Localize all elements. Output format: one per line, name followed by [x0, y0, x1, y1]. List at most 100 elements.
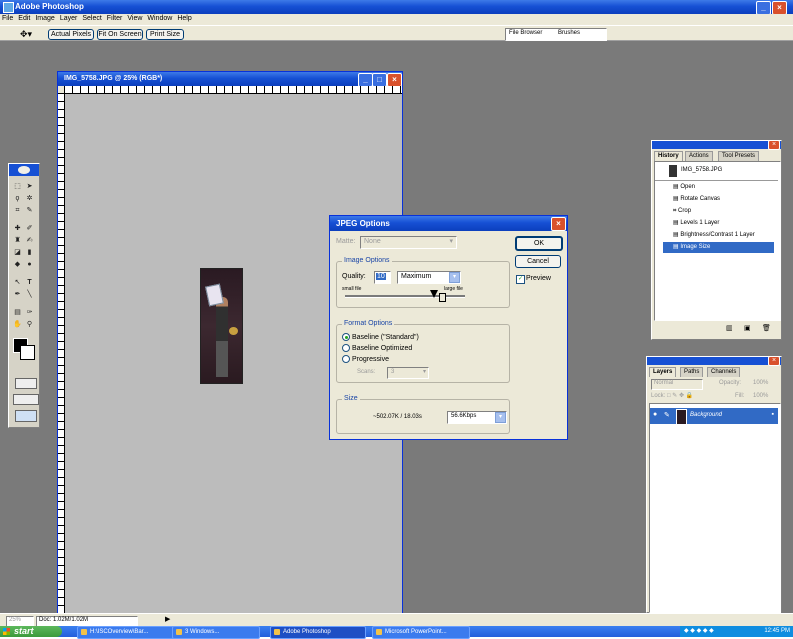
- history-brush-tool-icon[interactable]: ✍: [25, 236, 34, 245]
- delete-state-icon[interactable]: 🗑: [762, 324, 771, 332]
- blend-mode-select[interactable]: Normal: [651, 379, 703, 390]
- connection-speed-select[interactable]: 56.6Kbps ▾: [447, 411, 507, 424]
- menu-item-file[interactable]: File: [2, 15, 13, 22]
- cancel-button[interactable]: Cancel: [515, 255, 561, 268]
- move-tool-palette-icon[interactable]: ➤: [25, 182, 34, 191]
- size-estimate: ~502.07K / 18.03s: [373, 414, 422, 420]
- hand-tool-icon[interactable]: ✋: [13, 320, 22, 329]
- taskbar-item-powerpoint[interactable]: Microsoft PowerPoint...: [372, 626, 470, 639]
- magic-wand-tool-icon[interactable]: ✲: [25, 194, 34, 203]
- pen-tool-icon[interactable]: ✒: [13, 290, 22, 299]
- new-document-from-state-icon[interactable]: ▥: [726, 324, 733, 332]
- crop-tool-icon[interactable]: ⌗: [13, 206, 22, 215]
- status-menu-arrow-icon[interactable]: ▶: [165, 615, 170, 623]
- matte-select[interactable]: None ▾: [360, 236, 457, 249]
- move-tool-icon[interactable]: ✥▾: [20, 29, 32, 40]
- new-snapshot-icon[interactable]: ▣: [744, 324, 751, 332]
- format-baseline-optimized[interactable]: Baseline Optimized: [342, 344, 412, 352]
- format-baseline-optimized-radio[interactable]: [342, 344, 350, 352]
- ok-button[interactable]: OK: [515, 236, 563, 251]
- history-item[interactable]: ▤ Rotate Canvas: [673, 194, 774, 205]
- history-close-button[interactable]: ×: [768, 140, 780, 150]
- preview-checkbox[interactable]: ✓: [516, 275, 525, 284]
- app-close-button[interactable]: ×: [772, 1, 787, 15]
- quality-input[interactable]: 10: [374, 271, 391, 284]
- tab-paths[interactable]: Paths: [680, 367, 704, 377]
- history-snapshot-name[interactable]: IMG_5758.JPG: [681, 167, 722, 173]
- marquee-tool-icon[interactable]: ⬚: [13, 182, 22, 191]
- format-progressive[interactable]: Progressive: [342, 355, 389, 363]
- menu-item-image[interactable]: Image: [35, 15, 54, 22]
- layers-close-button[interactable]: ×: [768, 356, 780, 366]
- history-item[interactable]: ▤ Open: [673, 182, 774, 193]
- dodge-tool-icon[interactable]: ●: [25, 260, 34, 269]
- fit-on-screen-button[interactable]: Fit On Screen: [97, 29, 143, 40]
- quality-slider-track[interactable]: [345, 295, 465, 298]
- menu-item-layer[interactable]: Layer: [60, 15, 78, 22]
- background-color-swatch[interactable]: [20, 345, 35, 360]
- zoom-tool-icon[interactable]: ⚲: [25, 320, 34, 329]
- shape-tool-icon[interactable]: ╲: [25, 290, 34, 299]
- gradient-tool-icon[interactable]: ▮: [25, 248, 34, 257]
- start-button[interactable]: start: [0, 626, 62, 637]
- brush-tool-icon[interactable]: ✐: [25, 224, 34, 233]
- dialog-close-button[interactable]: ×: [551, 217, 566, 231]
- blur-tool-icon[interactable]: ◆: [13, 260, 22, 269]
- image-photo-poster: [205, 283, 224, 307]
- tab-history[interactable]: History: [654, 151, 683, 161]
- format-progressive-radio[interactable]: [342, 355, 350, 363]
- quality-dropdown-icon[interactable]: ▾: [449, 272, 460, 283]
- screen-mode-icon[interactable]: [13, 394, 39, 405]
- taskbar-item-windows[interactable]: 3 Windows...: [172, 626, 260, 639]
- eyedropper-tool-icon[interactable]: ✑: [25, 308, 34, 317]
- lasso-tool-icon[interactable]: ϙ: [13, 194, 22, 203]
- history-item-selected[interactable]: ▤ Image Size: [663, 242, 774, 253]
- tab-channels[interactable]: Channels: [707, 367, 741, 377]
- app-minimize-button[interactable]: _: [756, 1, 771, 15]
- jump-to-imageready-icon[interactable]: [15, 410, 37, 422]
- history-item[interactable]: ▤ Levels 1 Layer: [673, 218, 774, 229]
- path-selection-tool-icon[interactable]: ↖: [13, 278, 22, 287]
- fill-value[interactable]: 100%: [753, 393, 768, 399]
- menu-item-window[interactable]: Window: [147, 15, 172, 22]
- tab-actions[interactable]: Actions: [685, 151, 713, 161]
- document-maximize-button[interactable]: □: [372, 73, 387, 87]
- tray-icons[interactable]: ◆ ◆ ◆ ◆ ◆: [684, 627, 714, 634]
- notes-tool-icon[interactable]: ▤: [13, 308, 22, 317]
- adobe-eye-icon[interactable]: [18, 166, 30, 174]
- menu-item-view[interactable]: View: [127, 15, 142, 22]
- document-close-button[interactable]: ×: [387, 73, 402, 87]
- menu-item-edit[interactable]: Edit: [18, 15, 30, 22]
- tab-file-browser[interactable]: File Browser: [509, 30, 542, 36]
- format-baseline-standard-radio[interactable]: [342, 333, 350, 341]
- menu-item-select[interactable]: Select: [82, 15, 101, 22]
- menu-item-filter[interactable]: Filter: [107, 15, 123, 22]
- tab-tool-presets[interactable]: Tool Presets: [718, 151, 760, 161]
- history-item[interactable]: ▤ Brightness/Contrast 1 Layer: [673, 230, 774, 241]
- layer-visibility-eye-icon[interactable]: ●: [653, 411, 657, 418]
- taskbar-item-explorer[interactable]: H:\ISCOverview\Bar...: [77, 626, 179, 639]
- quick-mask-mode-icon[interactable]: [15, 378, 37, 389]
- speed-dropdown-icon[interactable]: ▾: [495, 412, 506, 423]
- lock-icons[interactable]: □ ✎ ✥ 🔒: [667, 392, 693, 399]
- actual-pixels-button[interactable]: Actual Pixels: [48, 29, 94, 40]
- layer-row-background[interactable]: ● ✎ Background ▪: [650, 408, 778, 425]
- format-baseline-standard[interactable]: Baseline ("Standard"): [342, 333, 419, 341]
- quality-slider-thumb[interactable]: [439, 293, 446, 302]
- healing-brush-tool-icon[interactable]: ✚: [13, 224, 22, 233]
- type-tool-icon[interactable]: T: [25, 278, 34, 287]
- eraser-tool-icon[interactable]: ◪: [13, 248, 22, 257]
- stamp-tool-icon[interactable]: ♜: [13, 236, 22, 245]
- scans-select[interactable]: 3 ▾: [387, 367, 429, 379]
- history-item[interactable]: ⌗ Crop: [673, 206, 774, 217]
- quality-preset-select[interactable]: Maximum ▾: [397, 271, 461, 284]
- tab-brushes[interactable]: Brushes: [558, 30, 580, 36]
- history-snapshot-thumb: [669, 165, 677, 177]
- opacity-value[interactable]: 100%: [753, 380, 768, 386]
- tab-layers[interactable]: Layers: [649, 367, 677, 377]
- taskbar-item-photoshop[interactable]: Adobe Photoshop: [270, 626, 366, 639]
- menu-item-help[interactable]: Help: [177, 15, 191, 22]
- print-size-button[interactable]: Print Size: [146, 29, 184, 40]
- slice-tool-icon[interactable]: ✎: [25, 206, 34, 215]
- document-minimize-button[interactable]: _: [358, 73, 373, 87]
